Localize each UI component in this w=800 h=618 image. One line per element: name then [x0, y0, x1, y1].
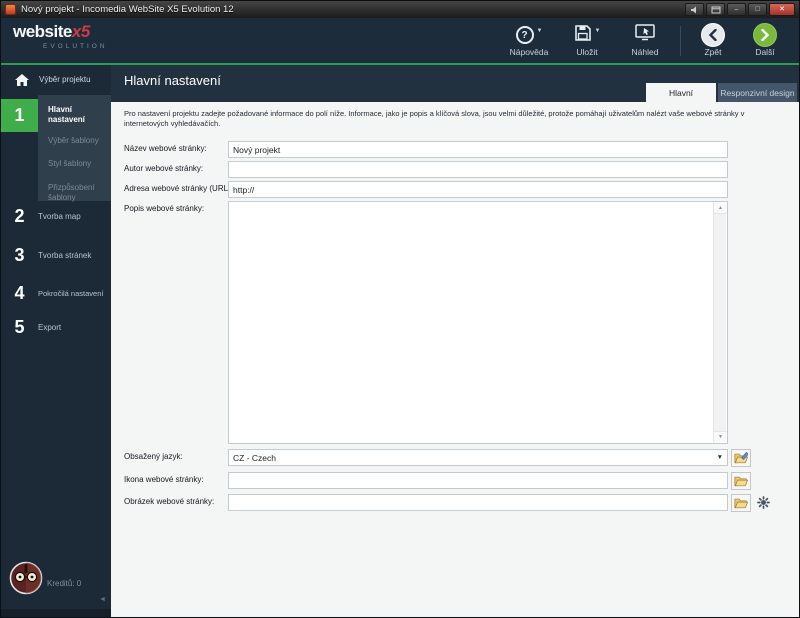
app-icon: [5, 4, 16, 15]
websitex5-logo: websitex5 EVOLUTION: [13, 22, 108, 50]
language-label: Obsažený jazyk:: [124, 449, 228, 461]
chevron-right-icon: [753, 23, 777, 47]
close-button[interactable]: ✕: [769, 3, 795, 16]
home-icon: [14, 73, 30, 87]
floppy-icon: [574, 24, 592, 47]
site-url-input[interactable]: [228, 181, 728, 198]
toolbar-separator: [680, 26, 681, 56]
logo-x5: x5: [72, 22, 90, 41]
logo-word: website: [13, 22, 72, 41]
browse-icon-button[interactable]: [731, 472, 751, 490]
back-button[interactable]: Zpět: [687, 24, 739, 57]
next-button[interactable]: Další: [739, 24, 791, 57]
browse-image-button[interactable]: [731, 494, 751, 512]
site-name-label: Název webové stránky:: [124, 141, 228, 153]
sidebar-step-2[interactable]: 2 Tvorba map: [1, 206, 111, 227]
preview-button[interactable]: Náhled: [616, 24, 674, 57]
titlebar-speaker-icon[interactable]: [685, 3, 704, 16]
sidebar-item-template-customization[interactable]: Přizpůsobení šablony: [48, 183, 108, 204]
site-name-input[interactable]: [228, 141, 728, 158]
page-title: Hlavní nastavení: [124, 73, 221, 88]
sidebar-item-project-selection[interactable]: Výběr projektu: [1, 65, 111, 95]
sidebar-item-main-settings[interactable]: Hlavní nastavení: [48, 105, 106, 126]
site-image-input[interactable]: [228, 494, 728, 511]
minimize-button[interactable]: –: [727, 3, 746, 16]
save-button[interactable]: ▼ Uložit: [558, 24, 616, 57]
toolbar: websitex5 EVOLUTION ? ▼ Nápověda ▼ Ulož: [1, 18, 799, 63]
main-content: Pro nastavení projektu zadejte požadovan…: [111, 102, 799, 617]
sidebar-bottom-strip: [1, 609, 111, 618]
monitor-icon: [635, 24, 655, 46]
site-description-textarea[interactable]: [229, 202, 727, 443]
tab-bar: Hlavní Responzivní design: [646, 83, 797, 102]
collapse-sidebar-arrow-icon[interactable]: ◄: [99, 596, 106, 603]
folder-open-icon: [734, 475, 748, 487]
site-image-label: Obrázek webové stránky:: [124, 494, 228, 506]
page-header: Hlavní nastavení Hlavní Responzivní desi…: [111, 65, 799, 102]
folder-open-icon: [734, 497, 748, 509]
maximize-button[interactable]: □: [748, 3, 767, 16]
language-select[interactable]: CZ - Czech ▼: [228, 449, 728, 466]
logo-subtitle: EVOLUTION: [43, 43, 108, 50]
sidebar: Výběr projektu 1 Hlavní nastavení Výběr …: [1, 65, 111, 618]
titlebar-window-icon[interactable]: [706, 3, 725, 16]
chevron-down-icon: ▼: [717, 454, 723, 461]
chevron-left-icon: [701, 23, 725, 47]
app-window: Nový projekt - Incomedia WebSite X5 Evol…: [0, 0, 800, 618]
page-description: Pro nastavení projektu zadejte požadovan…: [124, 109, 791, 129]
scroll-down-icon[interactable]: ▼: [714, 431, 727, 442]
site-url-label: Adresa webové stránky (URL):: [124, 181, 228, 193]
sidebar-step-1-number[interactable]: 1: [1, 99, 38, 132]
site-author-input[interactable]: [228, 161, 728, 178]
site-author-label: Autor webové stránky:: [124, 161, 228, 173]
tab-responzivni-design[interactable]: Responzivní design: [718, 83, 797, 102]
starburst-icon: [757, 496, 770, 509]
edit-list-icon: [734, 452, 748, 464]
titlebar: Nový projekt - Incomedia WebSite X5 Evol…: [1, 1, 799, 18]
sidebar-item-template-selection[interactable]: Výběr šablony: [48, 136, 108, 146]
scroll-up-icon[interactable]: ▲: [714, 203, 727, 214]
save-dropdown-caret[interactable]: ▼: [595, 28, 601, 34]
site-icon-input[interactable]: [228, 472, 728, 489]
help-icon: ?: [516, 26, 534, 44]
help-button[interactable]: ? ▼ Nápověda: [500, 24, 558, 57]
avatar[interactable]: [9, 561, 43, 595]
watermark-settings-button[interactable]: [757, 494, 770, 514]
site-description-label: Popis webové stránky:: [124, 201, 228, 213]
sidebar-item-template-style[interactable]: Styl šablony: [48, 159, 108, 169]
sidebar-step-4[interactable]: 4 Pokročilá nastavení: [1, 283, 111, 304]
sidebar-step-5[interactable]: 5 Export: [1, 317, 111, 338]
tab-hlavni[interactable]: Hlavní: [646, 83, 716, 102]
help-dropdown-caret[interactable]: ▼: [537, 28, 543, 34]
sidebar-step-3[interactable]: 3 Tvorba stránek: [1, 245, 111, 266]
manage-languages-button[interactable]: [731, 449, 751, 467]
site-icon-label: Ikona webové stránky:: [124, 472, 228, 484]
credits-label: Kreditů: 0: [47, 579, 81, 588]
window-title: Nový projekt - Incomedia WebSite X5 Evol…: [21, 4, 234, 15]
textarea-scrollbar[interactable]: ▲ ▼: [713, 203, 726, 442]
